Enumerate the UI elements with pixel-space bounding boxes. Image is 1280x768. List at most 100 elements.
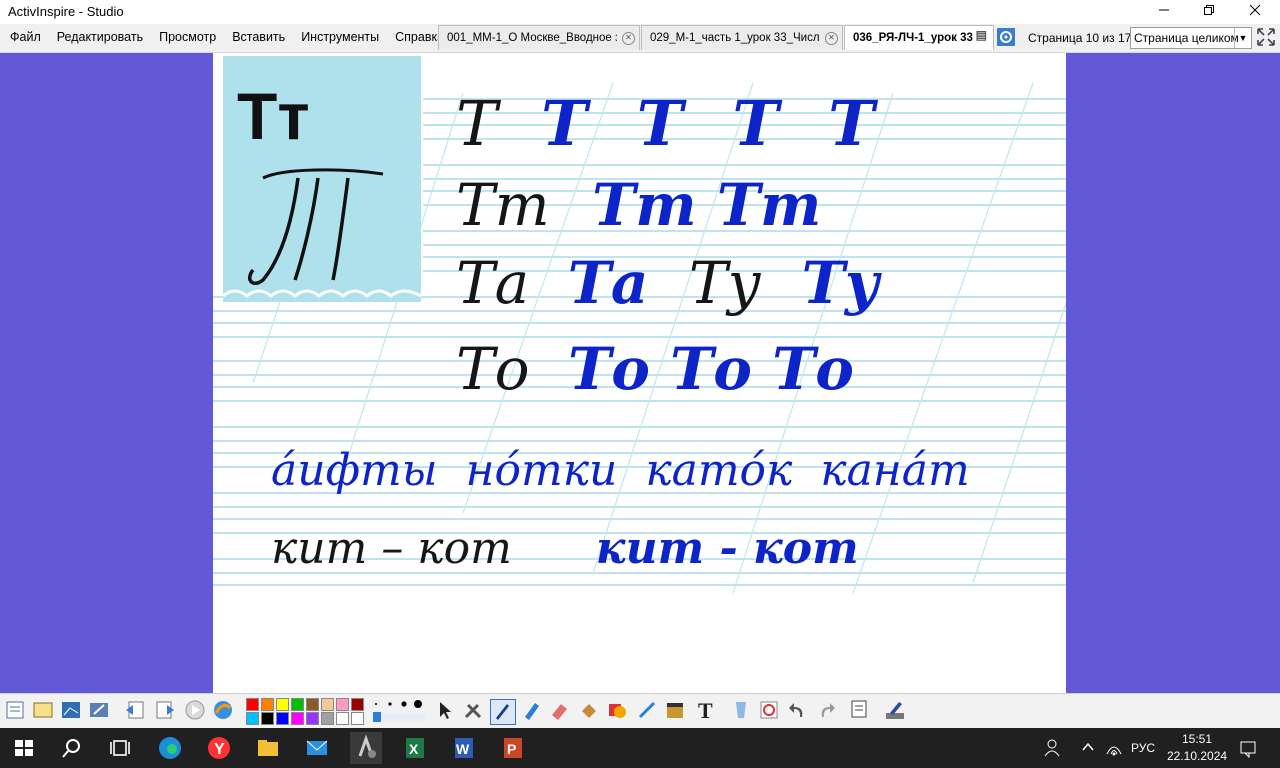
task-view-icon[interactable] — [104, 732, 136, 764]
wifi-icon[interactable] — [1104, 738, 1124, 761]
tab-flipchart-2[interactable]: 029_М-1_часть 1_урок 33_Число ✕ — [641, 25, 843, 50]
redo-icon[interactable] — [816, 699, 840, 723]
sample-writing: То — [456, 335, 530, 403]
svg-text:Y: Y — [214, 741, 225, 758]
desktop-annotate-icon[interactable] — [88, 699, 112, 723]
color-swatch[interactable] — [351, 698, 364, 711]
practice-writing: То То То — [568, 335, 854, 403]
flipchart-tabs: 001_ММ-1_О Москве_Вводное занятие ✕ 029_… — [438, 25, 995, 51]
tab-close-icon[interactable]: ✕ — [825, 32, 838, 45]
internet-icon[interactable] — [212, 699, 236, 723]
sample-writing: Та — [456, 249, 530, 317]
edge-icon[interactable] — [154, 732, 186, 764]
color-swatch[interactable] — [336, 698, 349, 711]
svg-text:W: W — [456, 741, 470, 757]
minimize-button[interactable] — [1141, 0, 1187, 24]
color-swatch[interactable] — [276, 698, 289, 711]
people-icon[interactable] — [1042, 738, 1062, 761]
page-indicator: Страница 10 из 17 — [1028, 31, 1132, 45]
maximize-button[interactable] — [1186, 0, 1232, 24]
clear-icon[interactable] — [730, 699, 754, 723]
undo-icon[interactable] — [786, 699, 810, 723]
next-page-icon[interactable] — [154, 699, 178, 723]
toolbox-customize-icon[interactable] — [884, 699, 908, 723]
previous-page-icon[interactable] — [124, 699, 148, 723]
color-swatch[interactable] — [351, 712, 364, 725]
search-icon[interactable] — [56, 732, 88, 764]
color-swatch[interactable] — [306, 712, 319, 725]
pair-sample: кит – кот — [271, 523, 512, 574]
page-browser-icon[interactable] — [996, 27, 1016, 47]
close-button[interactable] — [1232, 0, 1278, 24]
mail-icon[interactable] — [301, 732, 333, 764]
row-4: То То То То — [456, 335, 854, 403]
chevron-up-icon[interactable] — [1080, 739, 1096, 758]
text-icon[interactable]: T — [694, 698, 718, 723]
sample-writing-2: Ту — [688, 249, 762, 317]
property-icon[interactable] — [848, 699, 872, 723]
fullscreen-icon[interactable] — [1256, 27, 1276, 47]
clock[interactable]: 15:51 22.10.2024 — [1167, 732, 1227, 763]
zoom-select[interactable]: Страница целиком ▼ — [1130, 27, 1252, 49]
reset-page-icon[interactable] — [758, 699, 782, 723]
powerpoint-icon[interactable]: P — [497, 732, 529, 764]
color-swatch[interactable] — [321, 698, 334, 711]
tab-close-icon[interactable]: ✕ — [622, 32, 635, 45]
window-title: ActivInspire - Studio — [8, 4, 124, 19]
pen-width-slider[interactable] — [370, 699, 428, 723]
restore-icon — [1204, 5, 1214, 15]
activinspire-icon[interactable] — [350, 732, 382, 764]
word-icon[interactable]: W — [448, 732, 480, 764]
file-explorer-icon[interactable] — [252, 732, 284, 764]
notifications-icon[interactable] — [1238, 738, 1258, 761]
main-toolbar: T — [0, 693, 1280, 728]
taskbar: Y X W P РУС 15:51 22.10.2024 — [0, 728, 1280, 768]
menu-tools[interactable]: Инструменты — [293, 26, 387, 50]
yandex-browser-icon[interactable]: Y — [203, 732, 235, 764]
highlighter-icon[interactable] — [520, 699, 544, 723]
menu-view[interactable]: Просмотр — [151, 26, 224, 50]
dual-user-icon[interactable] — [60, 699, 84, 723]
pen-icon[interactable] — [490, 699, 516, 725]
time: 15:51 — [1181, 732, 1213, 746]
menu-file[interactable]: Файл — [2, 26, 49, 50]
practice-writing-2: Ту — [801, 249, 880, 317]
excel-icon[interactable]: X — [399, 732, 431, 764]
row-2: Тт Тт Тт — [456, 171, 821, 239]
connector-icon[interactable] — [636, 699, 660, 723]
start-button[interactable] — [8, 732, 40, 764]
color-swatch[interactable] — [261, 712, 274, 725]
tools-icon[interactable] — [462, 699, 486, 723]
play-icon[interactable] — [184, 699, 208, 723]
color-swatch[interactable] — [246, 712, 259, 725]
color-swatch[interactable] — [261, 698, 274, 711]
select-icon[interactable] — [434, 699, 458, 723]
language-indicator[interactable]: РУС — [1131, 741, 1155, 755]
tab-flipchart-1[interactable]: 001_ММ-1_О Москве_Вводное занятие ✕ — [438, 25, 640, 50]
menu-insert[interactable]: Вставить — [224, 26, 293, 50]
row-3: Та Та Ту Ту — [456, 249, 880, 317]
color-swatch[interactable] — [291, 712, 304, 725]
browser-icon[interactable] — [32, 699, 56, 723]
clapper-icon[interactable] — [664, 699, 688, 723]
tab-properties-icon[interactable]: ▤ — [976, 29, 987, 41]
practice-writing: Т Т Т Т — [541, 87, 889, 160]
color-swatch[interactable] — [336, 712, 349, 725]
eraser-icon[interactable] — [548, 699, 572, 723]
menu-edit[interactable]: Редактировать — [49, 26, 151, 50]
tab-label: 029_М-1_часть 1_урок 33_Число — [650, 32, 820, 44]
color-swatch[interactable] — [306, 698, 319, 711]
practice-writing: Тт Тт — [592, 171, 822, 239]
tab-label: 001_ММ-1_О Москве_Вводное занятие — [447, 32, 617, 44]
tab-flipchart-3[interactable]: 036_РЯ-ЛЧ-1_урок 33 ▤ — [844, 25, 994, 50]
color-swatch[interactable] — [291, 698, 304, 711]
canvas-area[interactable]: Тт Т Т Т Т Т Тт Тт Тт Та Та Ту Ту То То … — [0, 53, 1280, 693]
main-menu-icon[interactable] — [4, 699, 28, 723]
flipchart-page[interactable]: Тт Т Т Т Т Т Тт Тт Тт Та Та Ту Ту То То … — [213, 53, 1066, 693]
color-swatch[interactable] — [246, 698, 259, 711]
chevron-down-icon: ▼ — [1234, 28, 1251, 48]
shape-icon[interactable] — [606, 699, 630, 723]
fill-icon[interactable] — [578, 699, 602, 723]
color-swatch[interactable] — [276, 712, 289, 725]
color-swatch[interactable] — [321, 712, 334, 725]
